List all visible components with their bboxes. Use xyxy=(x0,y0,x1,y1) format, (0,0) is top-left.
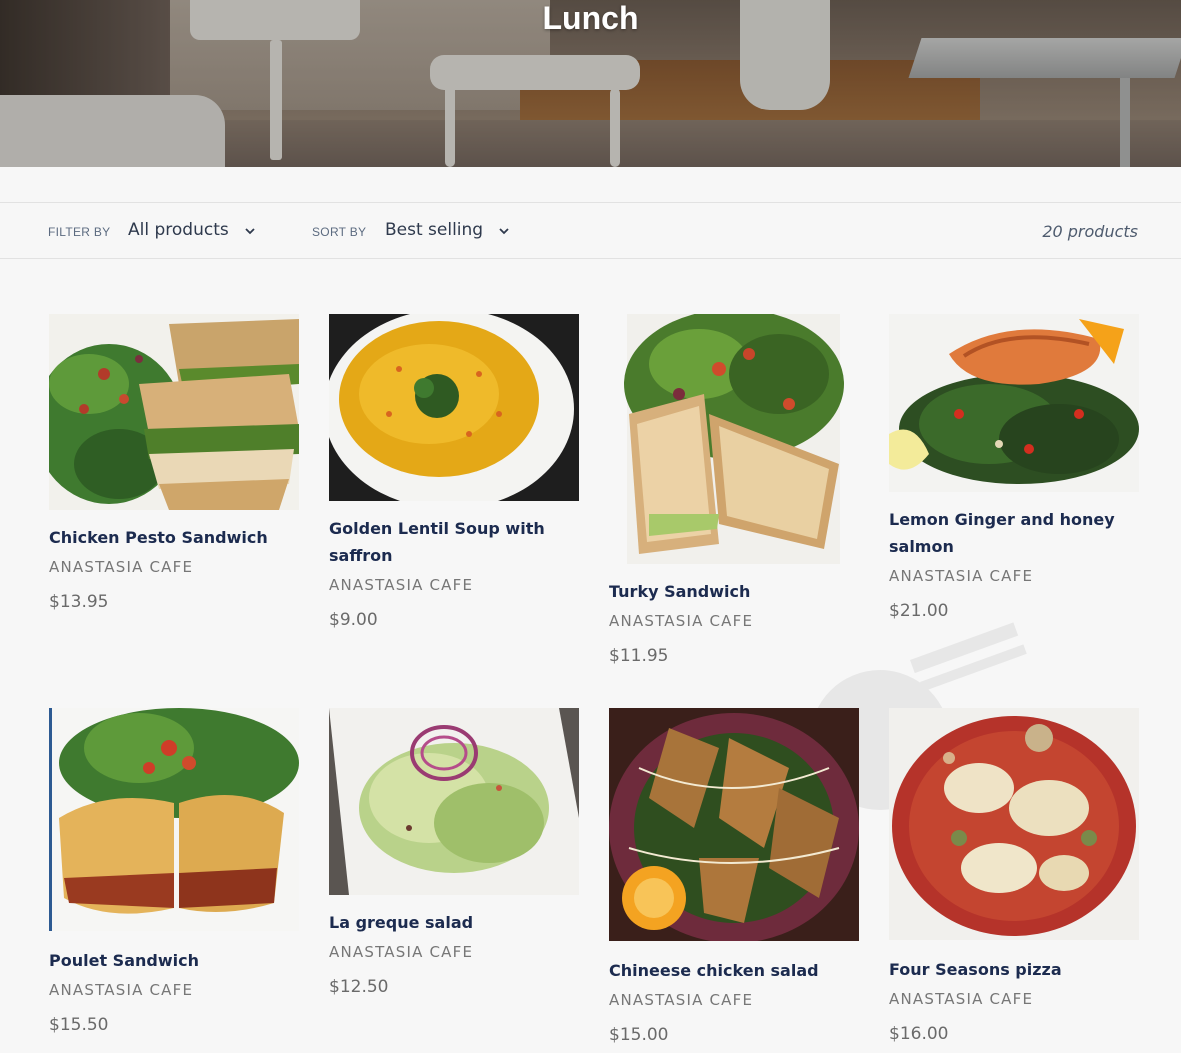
product-card[interactable]: Four Seasons pizza ANASTASIA CAFE $16.00 xyxy=(889,708,1139,1045)
product-image[interactable] xyxy=(329,708,579,895)
product-card[interactable]: Golden Lentil Soup with saffron ANASTASI… xyxy=(329,314,579,631)
chevron-down-icon[interactable] xyxy=(498,225,510,237)
product-card[interactable]: Turky Sandwich ANASTASIA CAFE $11.95 xyxy=(609,314,859,667)
product-title[interactable]: La greque salad xyxy=(329,909,579,936)
sort-by-label: Sort by xyxy=(312,225,367,239)
product-vendor: ANASTASIA CAFE xyxy=(49,558,194,576)
product-title[interactable]: Chicken Pesto Sandwich xyxy=(49,524,299,551)
product-image[interactable] xyxy=(889,314,1139,492)
product-card[interactable]: Lemon Ginger and honey salmon ANASTASIA … xyxy=(889,314,1139,622)
product-title[interactable]: Chineese chicken salad xyxy=(609,957,859,984)
product-title[interactable]: Golden Lentil Soup with xyxy=(329,515,579,542)
product-title[interactable]: Lemon Ginger and honey xyxy=(889,506,1139,533)
product-title-line-2[interactable]: saffron xyxy=(329,542,579,569)
product-card[interactable]: Chineese chicken salad ANASTASIA CAFE $1… xyxy=(609,708,859,1046)
filter-by-label: Filter by xyxy=(48,225,111,239)
product-card[interactable]: La greque salad ANASTASIA CAFE $12.50 xyxy=(329,708,579,998)
product-vendor: ANASTASIA CAFE xyxy=(329,943,474,961)
product-image[interactable] xyxy=(889,708,1139,940)
product-vendor: ANASTASIA CAFE xyxy=(49,981,194,999)
product-title[interactable]: Four Seasons pizza xyxy=(889,956,1139,983)
product-image[interactable] xyxy=(609,314,859,564)
product-price: $11.95 xyxy=(609,646,669,666)
product-vendor: ANASTASIA CAFE xyxy=(889,567,1034,585)
product-price: $9.00 xyxy=(329,610,378,630)
product-image[interactable] xyxy=(49,708,299,931)
product-vendor: ANASTASIA CAFE xyxy=(609,612,754,630)
product-count: 20 products xyxy=(1042,222,1138,241)
filter-select[interactable]: All products xyxy=(128,220,229,240)
product-vendor: ANASTASIA CAFE xyxy=(889,990,1034,1008)
sort-select[interactable]: Best selling xyxy=(385,220,483,240)
hero-banner: Lunch xyxy=(0,0,1181,167)
collection-filter-bar: Filter by All products Sort by Best sell… xyxy=(0,202,1181,259)
product-image[interactable] xyxy=(609,708,859,941)
product-price: $16.00 xyxy=(889,1024,949,1044)
page-title: Lunch xyxy=(542,0,639,36)
product-price: $15.50 xyxy=(49,1015,109,1035)
product-price: $21.00 xyxy=(889,601,949,621)
product-title[interactable]: Poulet Sandwich xyxy=(49,947,299,974)
product-card[interactable]: Poulet Sandwich ANASTASIA CAFE $15.50 xyxy=(49,708,299,1036)
product-vendor: ANASTASIA CAFE xyxy=(609,991,754,1009)
product-price: $15.00 xyxy=(609,1025,669,1045)
product-vendor: ANASTASIA CAFE xyxy=(329,576,474,594)
product-image[interactable] xyxy=(329,314,579,501)
product-price: $12.50 xyxy=(329,977,389,997)
product-title-line-2[interactable]: salmon xyxy=(889,533,1139,560)
product-card[interactable]: Chicken Pesto Sandwich ANASTASIA CAFE $1… xyxy=(49,314,299,613)
product-image[interactable] xyxy=(49,314,299,510)
chevron-down-icon[interactable] xyxy=(244,225,256,237)
product-price: $13.95 xyxy=(49,592,109,612)
product-title[interactable]: Turky Sandwich xyxy=(609,578,859,605)
